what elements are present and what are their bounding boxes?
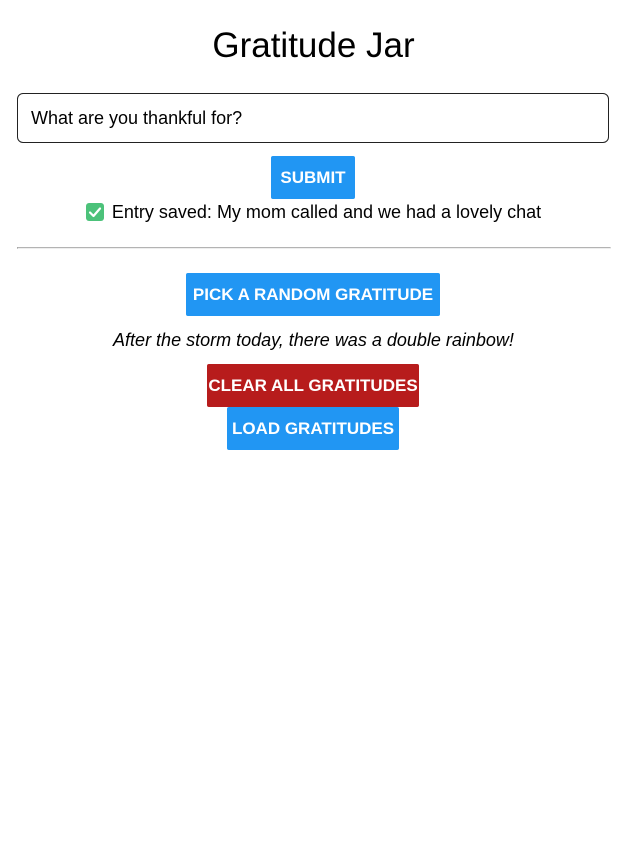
save-status-text: Entry saved: My mom called and we had a … [111,201,542,222]
save-status: Entry saved: My mom called and we had a … [0,200,627,224]
divider [17,247,611,249]
gratitude-jar-page: Gratitude Jar SUBMIT Entry saved: My mom… [0,0,627,856]
gratitude-input[interactable] [17,93,609,143]
check-icon [85,203,104,221]
pick-random-button[interactable]: PICK A RANDOM GRATITUDE [186,273,440,316]
entry-form [17,93,609,143]
load-gratitudes-button[interactable]: LOAD GRATITUDES [227,407,399,450]
random-gratitude-text: After the storm today, there was a doubl… [113,330,514,350]
clear-all-button[interactable]: CLEAR ALL GRATITUDES [207,364,419,407]
submit-button[interactable]: SUBMIT [271,156,355,199]
page-title: Gratitude Jar [212,26,415,65]
